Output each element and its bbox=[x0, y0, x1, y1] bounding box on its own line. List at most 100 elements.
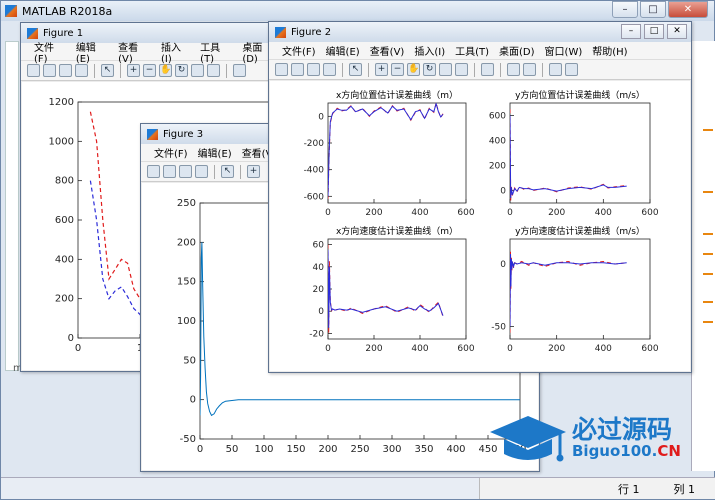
x-tick-label: 350 bbox=[414, 444, 433, 455]
menu-view[interactable]: 查看(V) bbox=[365, 43, 410, 58]
y-tick-label: -400 bbox=[304, 166, 325, 176]
axes-figure2_vel_y: -50 0 0 200 400 600 y方向速度估计误差曲线（m/s） bbox=[491, 225, 659, 354]
open-file-icon[interactable] bbox=[291, 63, 304, 76]
show-plot-tools-icon[interactable] bbox=[565, 63, 578, 76]
axes-box bbox=[509, 238, 651, 340]
current-folder-pane[interactable] bbox=[5, 41, 19, 371]
menu-edit[interactable]: 编辑(E) bbox=[193, 145, 237, 160]
menu-edit[interactable]: 编辑(E) bbox=[321, 43, 365, 58]
pointer-icon[interactable]: ↖ bbox=[101, 64, 114, 77]
chart-title: x方向位置估计误差曲线（m） bbox=[336, 89, 458, 101]
y-tick-label: 400 bbox=[489, 137, 506, 147]
open-file-icon[interactable] bbox=[43, 64, 56, 77]
x-tick-label: 600 bbox=[641, 208, 658, 218]
menu-view[interactable]: 查看(V) bbox=[113, 39, 156, 65]
data-cursor-icon[interactable] bbox=[191, 64, 204, 77]
y-tick-label: 800 bbox=[55, 176, 74, 187]
link-plot-icon[interactable] bbox=[233, 64, 246, 77]
menu-file[interactable]: 文件(F) bbox=[29, 39, 71, 65]
workspace-pane[interactable] bbox=[691, 41, 715, 471]
menu-window[interactable]: 窗口(W) bbox=[540, 43, 588, 58]
rotate-icon[interactable]: ↻ bbox=[175, 64, 188, 77]
figure-2-menubar: 文件(F) 编辑(E) 查看(V) 插入(I) 工具(T) 桌面(D) 窗口(W… bbox=[269, 42, 691, 60]
row-value: 1 bbox=[632, 482, 640, 496]
data-cursor-icon[interactable] bbox=[439, 63, 452, 76]
workspace-marker bbox=[703, 321, 713, 323]
menu-edit[interactable]: 编辑(E) bbox=[71, 39, 113, 65]
pan-icon[interactable]: ✋ bbox=[159, 64, 172, 77]
x-tick-label: 200 bbox=[365, 344, 382, 354]
figure-2-axes[interactable]: -600-400-20000 200 400 600x方向位置估计误差曲线（m）020… bbox=[270, 81, 690, 371]
y-tick-label: 100 bbox=[177, 316, 196, 327]
colorbar-icon[interactable] bbox=[507, 63, 520, 76]
matlab-logo-icon bbox=[5, 5, 17, 17]
link-plot-icon[interactable] bbox=[481, 63, 494, 76]
x-tick-label: 600 bbox=[457, 344, 474, 354]
figure-2-canvas[interactable]: -600 -400 -200 0 0 200 400 600 x方向位置估计误差曲线（m） 0 20… bbox=[270, 81, 690, 371]
figure-2-window-controls: – □ ✕ bbox=[621, 24, 687, 39]
save-icon[interactable] bbox=[307, 63, 320, 76]
main-window-controls: – □ ✕ bbox=[612, 1, 708, 18]
figure-2-window[interactable]: Figure 2 – □ ✕ 文件(F) 编辑(E) 查看(V) 插入(I) 工… bbox=[268, 21, 692, 373]
cursor-position: 行 1 列 1 bbox=[479, 478, 715, 499]
pan-icon[interactable]: ✋ bbox=[407, 63, 420, 76]
new-figure-icon[interactable] bbox=[27, 64, 40, 77]
y-tick-label: 250 bbox=[177, 198, 196, 209]
menu-tools[interactable]: 工具(T) bbox=[195, 39, 237, 65]
save-icon[interactable] bbox=[179, 165, 192, 178]
x-tick-label: 600 bbox=[457, 208, 474, 218]
close-button[interactable]: ✕ bbox=[668, 1, 708, 18]
zoom-out-icon[interactable]: − bbox=[143, 64, 156, 77]
minimize-button[interactable]: – bbox=[612, 1, 638, 18]
menu-insert[interactable]: 插入(I) bbox=[409, 43, 450, 58]
y-tick-label: 600 bbox=[489, 112, 506, 122]
hide-plot-tools-icon[interactable] bbox=[549, 63, 562, 76]
save-icon[interactable] bbox=[59, 64, 72, 77]
menu-desktop[interactable]: 桌面(D) bbox=[494, 43, 540, 58]
y-tick-label: 0 bbox=[318, 112, 324, 122]
print-icon[interactable] bbox=[323, 63, 336, 76]
pointer-icon[interactable]: ↖ bbox=[349, 63, 362, 76]
zoom-in-icon[interactable]: + bbox=[375, 63, 388, 76]
x-tick-label: 250 bbox=[350, 444, 369, 455]
x-tick-label: 100 bbox=[254, 444, 273, 455]
minimize-button[interactable]: – bbox=[621, 24, 641, 39]
y-tick-label: 20 bbox=[313, 285, 325, 295]
open-file-icon[interactable] bbox=[163, 165, 176, 178]
y-tick-label: -20 bbox=[309, 329, 324, 339]
axes-figure2_pos_y: 0 200 400 600 0 200 400 600 y方向位置估计误差曲线（m/s） bbox=[489, 89, 659, 218]
figure-1-title: Figure 1 bbox=[43, 27, 84, 39]
new-figure-icon[interactable] bbox=[275, 63, 288, 76]
x-tick-label: 0 bbox=[507, 344, 513, 354]
main-title-bar: MATLAB R2018a bbox=[1, 1, 714, 21]
new-figure-icon[interactable] bbox=[147, 165, 160, 178]
menu-insert[interactable]: 插入(I) bbox=[156, 39, 195, 65]
x-tick-label: 200 bbox=[548, 208, 565, 218]
print-icon[interactable] bbox=[195, 165, 208, 178]
print-icon[interactable] bbox=[75, 64, 88, 77]
maximize-button[interactable]: □ bbox=[644, 24, 664, 39]
y-tick-label: 400 bbox=[55, 254, 74, 265]
x-tick-label: 200 bbox=[548, 344, 565, 354]
menu-file[interactable]: 文件(F) bbox=[277, 43, 321, 58]
y-tick-label: 50 bbox=[183, 355, 196, 366]
axes-box bbox=[327, 238, 467, 340]
zoom-in-icon[interactable]: + bbox=[247, 165, 260, 178]
watermark-text-en-accent: CN bbox=[657, 442, 681, 460]
menu-tools[interactable]: 工具(T) bbox=[450, 43, 494, 58]
brush-icon[interactable] bbox=[207, 64, 220, 77]
x-tick-label: 300 bbox=[382, 444, 401, 455]
legend-icon[interactable] bbox=[523, 63, 536, 76]
pointer-icon[interactable]: ↖ bbox=[221, 165, 234, 178]
zoom-in-icon[interactable]: + bbox=[127, 64, 140, 77]
x-tick-label: 0 bbox=[75, 343, 81, 354]
menu-file[interactable]: 文件(F) bbox=[149, 145, 193, 160]
brush-icon[interactable] bbox=[455, 63, 468, 76]
maximize-button[interactable]: □ bbox=[640, 1, 666, 18]
figure-1-toolbar: ↖ + − ✋ ↻ bbox=[21, 61, 281, 81]
zoom-out-icon[interactable]: − bbox=[391, 63, 404, 76]
rotate-icon[interactable]: ↻ bbox=[423, 63, 436, 76]
close-button[interactable]: ✕ bbox=[667, 24, 687, 39]
y-tick-label: 40 bbox=[313, 263, 325, 273]
menu-help[interactable]: 帮助(H) bbox=[587, 43, 632, 58]
